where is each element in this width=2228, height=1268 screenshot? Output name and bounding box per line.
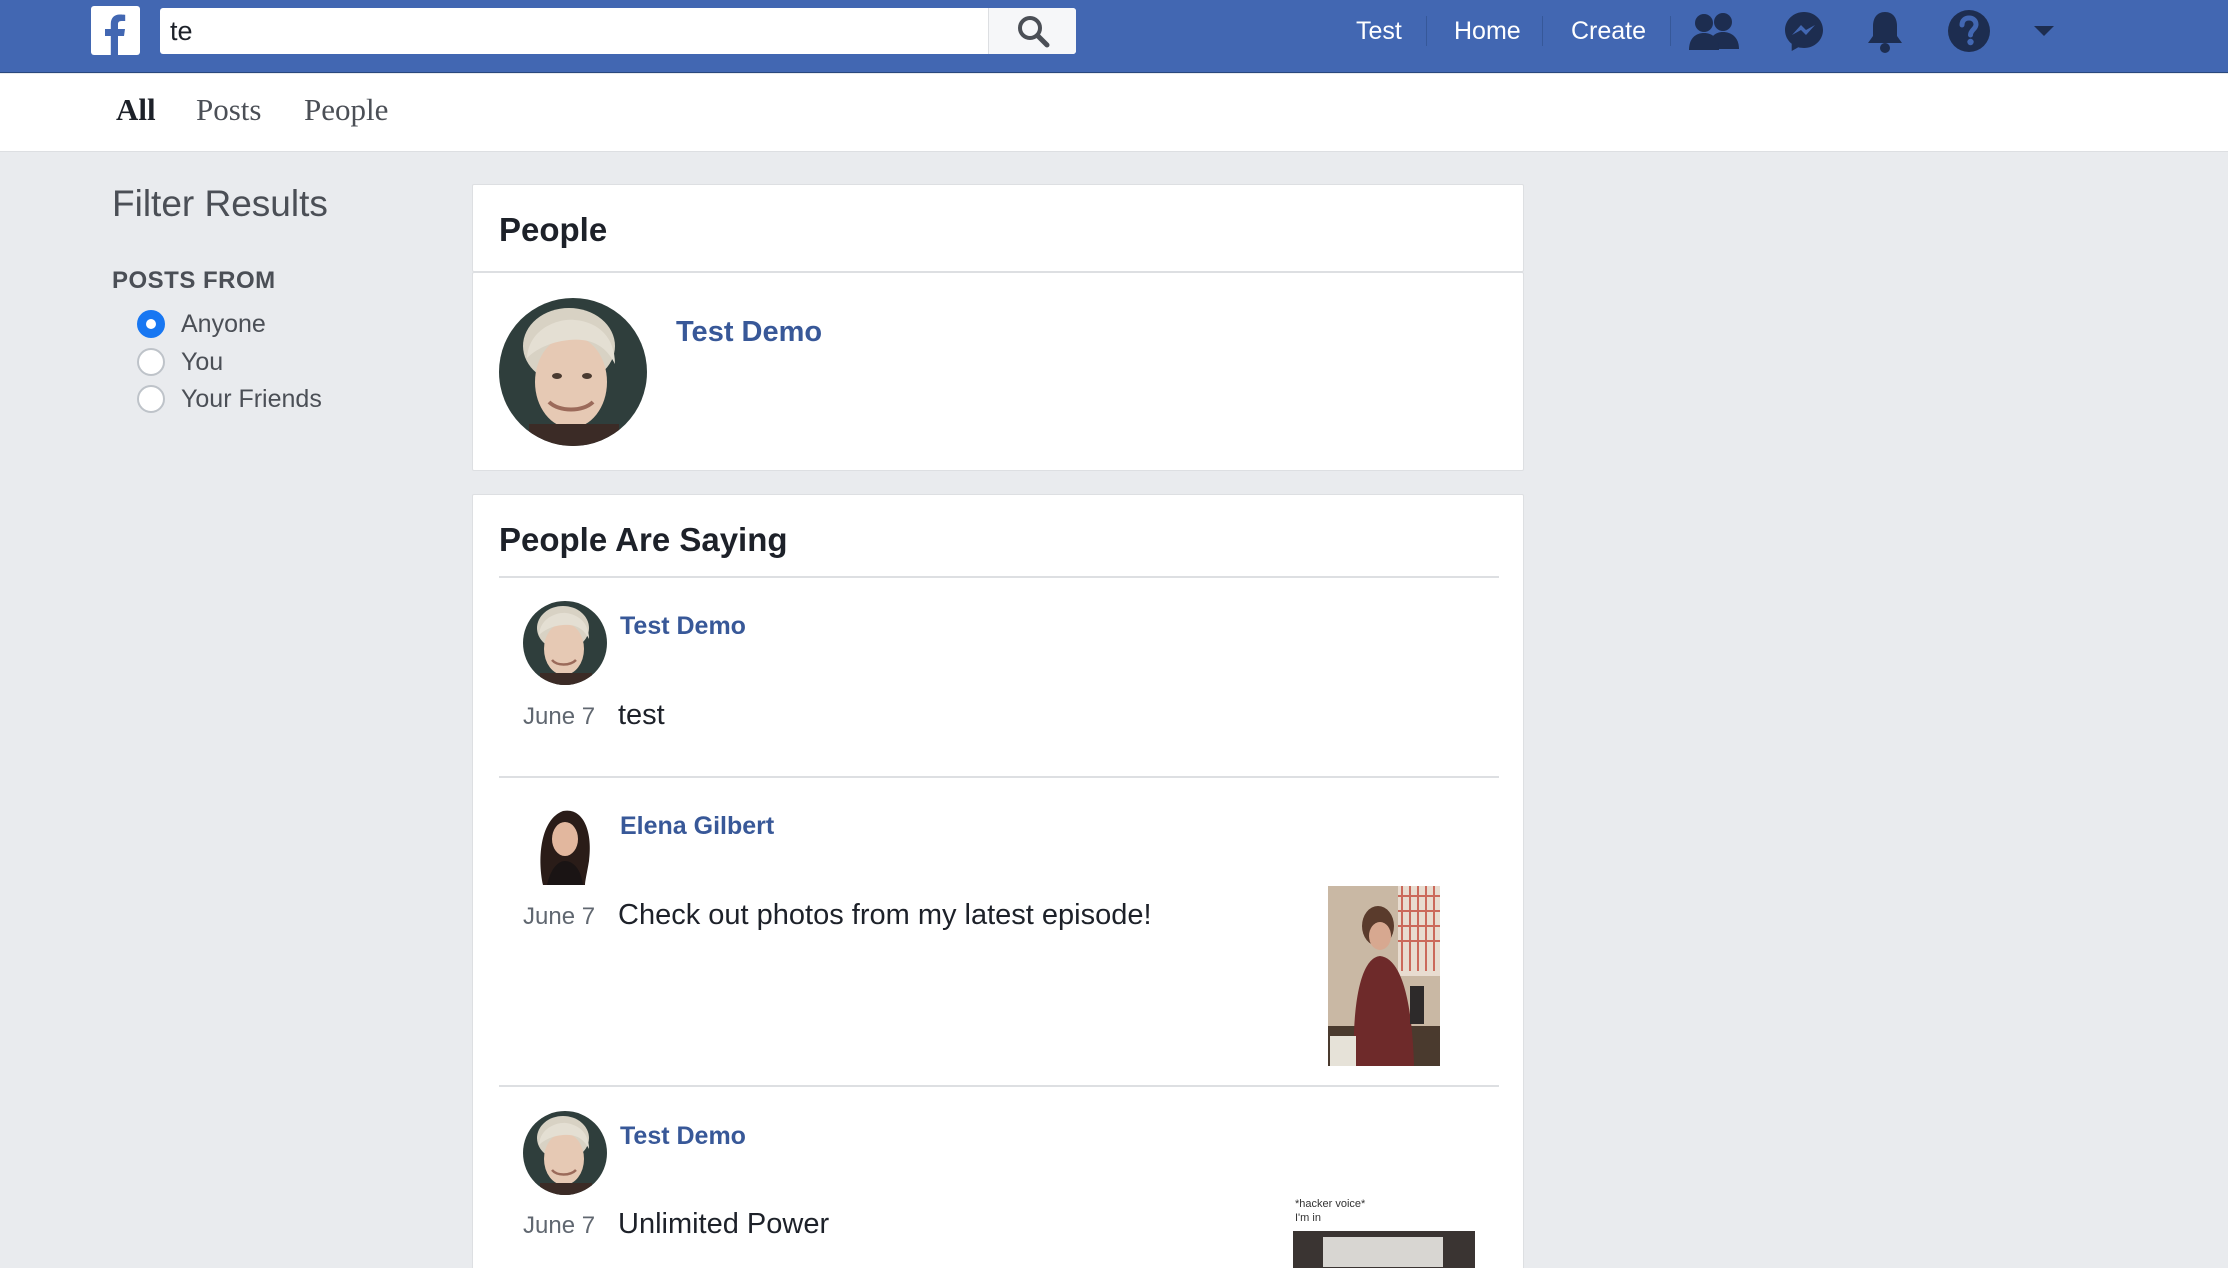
filter-anyone-option[interactable]: Anyone: [137, 308, 266, 340]
nav-separator: [1426, 16, 1427, 46]
post-text: Check out photos from my latest episode!: [618, 899, 1152, 931]
notifications-icon[interactable]: [1857, 8, 1913, 54]
post-text: Unlimited Power: [618, 1208, 830, 1240]
post-date: June 7: [523, 703, 596, 730]
top-navigation-bar: Test Home Create: [0, 0, 2228, 73]
avatar[interactable]: [523, 1111, 607, 1195]
nav-separator: [1670, 16, 1671, 46]
radio-anyone[interactable]: [137, 310, 165, 338]
tab-posts[interactable]: Posts: [196, 92, 261, 128]
search-bar: [160, 8, 1076, 54]
post-date: June 7: [523, 1212, 596, 1239]
radio-label: Your Friends: [181, 384, 322, 413]
post-author-link[interactable]: Elena Gilbert: [620, 812, 774, 841]
people-are-saying-card: People Are Saying Test Demo June 7 test …: [472, 494, 1524, 1268]
post-photo-thumbnail[interactable]: [1328, 886, 1440, 1066]
avatar[interactable]: [499, 298, 647, 446]
avatar[interactable]: [523, 601, 607, 685]
divider: [499, 1085, 1499, 1087]
search-tabs: All Posts People: [0, 74, 2228, 152]
search-icon: [1017, 16, 1049, 48]
tab-all[interactable]: All: [116, 92, 156, 128]
posts-from-heading: POSTS FROM: [112, 267, 276, 294]
messenger-icon[interactable]: [1776, 8, 1832, 54]
meme-caption: *hacker voice*: [1295, 1198, 1366, 1210]
radio-label: Anyone: [181, 309, 266, 338]
meme-caption: I'm in: [1295, 1212, 1321, 1224]
post-text: test: [618, 699, 665, 731]
friends-icon[interactable]: [1686, 8, 1742, 54]
people-card-header: People: [472, 184, 1524, 272]
nav-home-link[interactable]: Home: [1454, 14, 1521, 48]
search-button[interactable]: [988, 8, 1076, 54]
radio-you[interactable]: [137, 348, 165, 376]
filter-your-friends-option[interactable]: Your Friends: [137, 383, 322, 415]
divider: [499, 576, 1499, 578]
people-are-saying-title: People Are Saying: [499, 521, 788, 558]
search-input[interactable]: [160, 8, 988, 54]
post-meme-thumbnail[interactable]: *hacker voice* I'm in: [1293, 1195, 1475, 1268]
radio-label: You: [181, 347, 224, 376]
person-name-link[interactable]: Test Demo: [676, 316, 822, 349]
nav-profile-link[interactable]: Test: [1356, 14, 1402, 48]
filter-you-option[interactable]: You: [137, 346, 223, 378]
nav-separator: [1542, 16, 1543, 46]
filter-results-title: Filter Results: [112, 183, 328, 224]
facebook-logo-icon[interactable]: [91, 6, 140, 55]
post-date: June 7: [523, 903, 596, 930]
chevron-down-icon[interactable]: [2016, 8, 2072, 54]
tab-people[interactable]: People: [304, 92, 388, 128]
post-author-link[interactable]: Test Demo: [620, 1122, 746, 1151]
divider: [499, 776, 1499, 778]
people-result-card: Test Demo: [472, 272, 1524, 471]
nav-create-link[interactable]: Create: [1571, 14, 1646, 48]
help-icon[interactable]: [1941, 8, 1997, 54]
avatar[interactable]: [523, 801, 607, 885]
post-author-link[interactable]: Test Demo: [620, 612, 746, 641]
people-section-title: People: [499, 211, 608, 248]
radio-your-friends[interactable]: [137, 385, 165, 413]
